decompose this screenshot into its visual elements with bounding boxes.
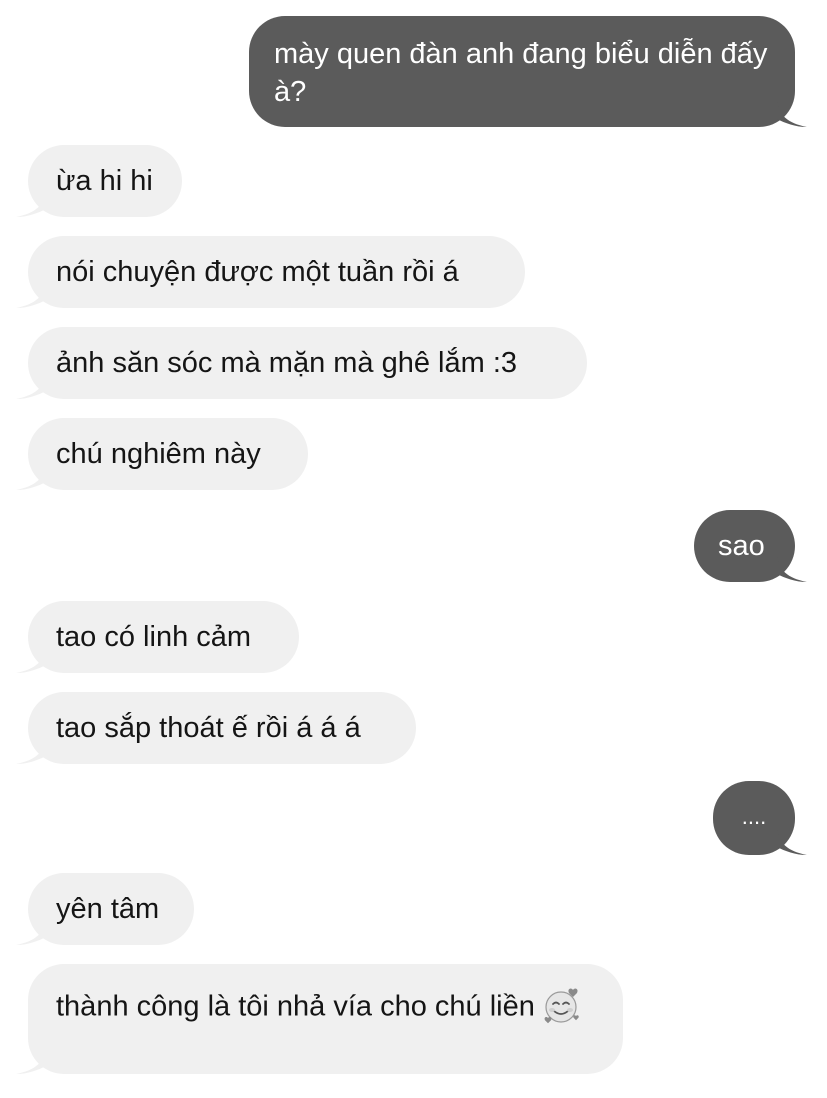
- message-bubble-received[interactable]: nói chuyện được một tuần rồi á: [16, 236, 525, 308]
- message-text: chú nghiêm này: [56, 438, 261, 470]
- message-text: mày quen đàn anh đang biểu diễn đấy à?: [274, 38, 768, 108]
- message-bubble-received[interactable]: tao có linh cảm: [16, 601, 299, 673]
- message-bubble-received[interactable]: tao sắp thoát ế rồi á á á: [16, 692, 416, 764]
- bubble-tail: [16, 738, 46, 764]
- bubble-tail: [16, 647, 46, 673]
- message-bubble-sent[interactable]: sao: [694, 510, 807, 582]
- message-text: ảnh săn sóc mà mặn mà ghê lắm :3: [56, 347, 518, 379]
- message-bubble-sent[interactable]: mày quen đàn anh đang biểu diễn đấy à?: [249, 16, 807, 127]
- bubble-tail: [16, 464, 46, 490]
- message-text: nói chuyện được một tuần rồi á: [56, 256, 459, 288]
- message-bubble-received[interactable]: yên tâm: [16, 873, 194, 945]
- message-bubble-received[interactable]: chú nghiêm này: [16, 418, 308, 490]
- message-text: tao có linh cảm: [56, 621, 252, 653]
- message-text: ừa hi hi: [56, 165, 153, 197]
- message-text: thành công là tôi nhả vía cho chú liền: [56, 990, 535, 1023]
- message-text: ....: [741, 804, 767, 829]
- bubble-tail: [16, 191, 46, 217]
- bubble-tail: [16, 373, 46, 399]
- message-bubble-received[interactable]: ừa hi hi: [16, 145, 182, 217]
- message-bubble-sent[interactable]: ....: [713, 781, 807, 855]
- message-bubble-received[interactable]: thành công là tôi nhả vía cho chú liền: [16, 964, 623, 1074]
- message-bubble-received[interactable]: ảnh săn sóc mà mặn mà ghê lắm :3: [16, 327, 587, 399]
- bubble-tail: [16, 282, 46, 308]
- message-text: yên tâm: [56, 893, 160, 925]
- bubble-tail: [777, 829, 807, 855]
- message-text: sao: [718, 530, 765, 562]
- smiling-face-with-hearts-icon: [543, 985, 583, 1035]
- bubble-tail: [777, 101, 807, 127]
- bubble-tail: [16, 1048, 46, 1074]
- bubble-tail: [16, 919, 46, 945]
- bubble-tail: [777, 556, 807, 582]
- message-text: tao sắp thoát ế rồi á á á: [56, 712, 361, 744]
